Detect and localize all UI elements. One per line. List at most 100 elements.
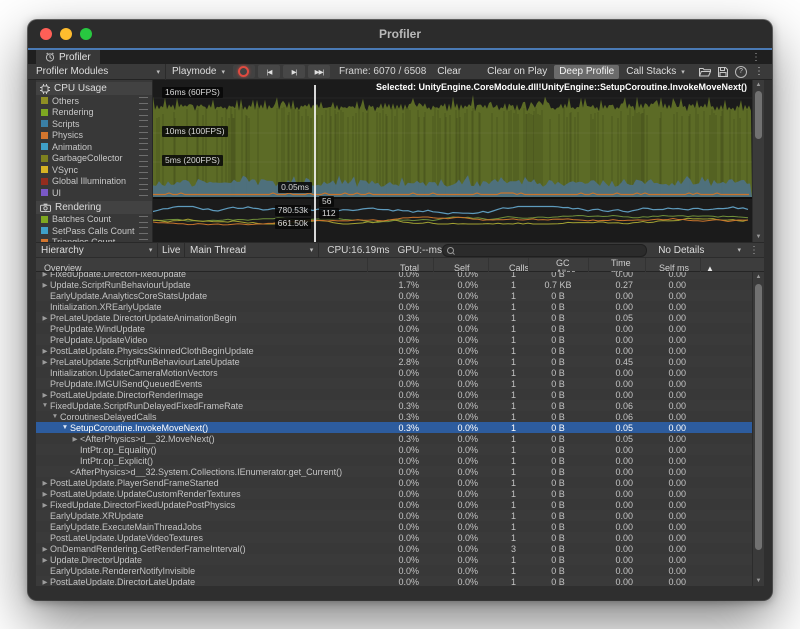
- table-row[interactable]: ▶Update.DirectorUpdate0.0%0.0%10 B0.000.…: [36, 554, 764, 565]
- expand-arrow-icon[interactable]: ▶: [40, 479, 50, 487]
- module-header-cpu-usage[interactable]: CPU Usage: [36, 82, 152, 95]
- legend-item-vsync[interactable]: VSync: [36, 164, 152, 176]
- drag-handle-icon[interactable]: [139, 120, 148, 127]
- legend-item-physics[interactable]: Physics: [36, 130, 152, 142]
- table-row[interactable]: ▼SetupCoroutine.InvokeMoveNext()0.3%0.0%…: [36, 422, 764, 433]
- table-row[interactable]: ▼CoroutinesDelayedCalls0.3%0.0%10 B0.060…: [36, 411, 764, 422]
- legend-item-rendering[interactable]: Rendering: [36, 107, 152, 119]
- drag-handle-icon[interactable]: [139, 227, 148, 234]
- table-row[interactable]: IntPtr.op_Equality()0.0%0.0%10 B0.000.00: [36, 444, 764, 455]
- profiler-modules-dropdown[interactable]: Profiler Modules ▾: [36, 64, 166, 80]
- legend-item-animation[interactable]: Animation: [36, 141, 152, 153]
- drag-handle-icon[interactable]: [139, 97, 148, 104]
- search-field[interactable]: [442, 244, 647, 257]
- record-button[interactable]: [233, 65, 255, 78]
- next-frame-button[interactable]: ▶|: [283, 65, 305, 78]
- table-row[interactable]: EarlyUpdate.RendererNotifyInvisible0.0%0…: [36, 565, 764, 576]
- table-row[interactable]: PreUpdate.UpdateVideo0.0%0.0%10 B0.000.0…: [36, 334, 764, 345]
- maximize-button[interactable]: [80, 28, 92, 40]
- thread-dropdown[interactable]: Main Thread ▾: [185, 242, 319, 258]
- window-titlebar[interactable]: Profiler: [28, 20, 772, 48]
- help-icon[interactable]: ?: [735, 66, 747, 78]
- table-row[interactable]: ▶OnDemandRendering.GetRenderFrameInterva…: [36, 543, 764, 554]
- clear-button[interactable]: Clear: [437, 66, 461, 77]
- table-row[interactable]: ▶<AfterPhysics>d__32.MoveNext()0.3%0.0%1…: [36, 433, 764, 444]
- table-row[interactable]: ▶PostLateUpdate.PlayerSendFrameStarted0.…: [36, 477, 764, 488]
- expand-arrow-icon[interactable]: ▶: [40, 347, 50, 355]
- drag-handle-icon[interactable]: [139, 166, 148, 173]
- details-menu-icon[interactable]: ⋮: [749, 245, 759, 256]
- drag-handle-icon[interactable]: [139, 109, 148, 116]
- table-row[interactable]: ▶PreLateUpdate.ScriptRunBehaviourLateUpd…: [36, 356, 764, 367]
- table-row[interactable]: PreUpdate.WindUpdate0.0%0.0%10 B0.000.00: [36, 323, 764, 334]
- table-row[interactable]: ▶FixedUpdate.DirectorFixedUpdatePostPhys…: [36, 499, 764, 510]
- scroll-up-icon[interactable]: ▲: [753, 273, 764, 281]
- save-profile-icon[interactable]: [718, 67, 728, 77]
- scroll-up-icon[interactable]: ▲: [753, 81, 764, 89]
- expand-arrow-icon[interactable]: ▶: [40, 272, 50, 278]
- cpu-usage-chart[interactable]: [153, 93, 752, 197]
- legend-item-batches-count[interactable]: Batches Count: [36, 214, 152, 226]
- expand-arrow-icon[interactable]: ▶: [40, 545, 50, 553]
- table-row[interactable]: ▶PostLateUpdate.PhysicsSkinnedClothBegin…: [36, 345, 764, 356]
- expand-arrow-icon[interactable]: ▶: [40, 314, 50, 322]
- search-input[interactable]: [457, 245, 642, 255]
- collapse-arrow-icon[interactable]: ▼: [50, 413, 60, 420]
- legend-item-global-illumination[interactable]: Global Illumination: [36, 176, 152, 188]
- view-mode-dropdown[interactable]: Hierarchy ▾: [36, 242, 158, 258]
- table-row[interactable]: EarlyUpdate.ExecuteMainThreadJobs0.0%0.0…: [36, 521, 764, 532]
- scrollbar-thumb[interactable]: [755, 284, 762, 550]
- collapse-arrow-icon[interactable]: ▼: [60, 424, 70, 431]
- pane-menu-icon[interactable]: ⋮: [751, 52, 761, 63]
- previous-frame-button[interactable]: |◀: [258, 65, 280, 78]
- close-button[interactable]: [40, 28, 52, 40]
- table-row[interactable]: PostLateUpdate.UpdateVideoTextures0.0%0.…: [36, 532, 764, 543]
- drag-handle-icon[interactable]: [139, 178, 148, 185]
- clear-on-play-button[interactable]: Clear on Play: [487, 66, 547, 77]
- scroll-down-icon[interactable]: ▼: [753, 577, 764, 585]
- table-row[interactable]: ▶PreLateUpdate.DirectorUpdateAnimationBe…: [36, 312, 764, 323]
- rendering-stats-chart[interactable]: [153, 199, 752, 242]
- table-scrollbar[interactable]: ▲ ▼: [752, 272, 764, 586]
- scroll-down-icon[interactable]: ▼: [753, 233, 764, 241]
- call-stacks-dropdown[interactable]: Call Stacks ▾: [626, 64, 685, 80]
- legend-item-others[interactable]: Others: [36, 95, 152, 107]
- table-row[interactable]: ▶PostLateUpdate.UpdateCustomRenderTextur…: [36, 488, 764, 499]
- expand-arrow-icon[interactable]: ▶: [40, 391, 50, 399]
- legend-item-scripts[interactable]: Scripts: [36, 118, 152, 130]
- legend-item-garbagecollector[interactable]: GarbageCollector: [36, 153, 152, 165]
- legend-item-ui[interactable]: UI: [36, 187, 152, 199]
- drag-handle-icon[interactable]: [139, 132, 148, 139]
- tab-profiler[interactable]: Profiler: [36, 50, 100, 64]
- expand-arrow-icon[interactable]: ▶: [40, 578, 50, 586]
- table-row[interactable]: ▶PostLateUpdate.DirectorLateUpdate0.0%0.…: [36, 576, 764, 586]
- minimize-button[interactable]: [60, 28, 72, 40]
- table-row[interactable]: <AfterPhysics>d__32.System.Collections.I…: [36, 466, 764, 477]
- frame-playhead[interactable]: [314, 85, 316, 242]
- chart-scrollbar[interactable]: ▲ ▼: [752, 80, 764, 242]
- table-row[interactable]: Initialization.UpdateCameraMotionVectors…: [36, 367, 764, 378]
- chart-area[interactable]: Selected: UnityEngine.CoreModule.dll!Uni…: [153, 80, 752, 242]
- table-row[interactable]: ▶FixedUpdate.DirectorFixedUpdate0.0%0.0%…: [36, 272, 764, 279]
- legend-item-setpass-calls-count[interactable]: SetPass Calls Count: [36, 225, 152, 237]
- toolbar-menu-icon[interactable]: ⋮: [754, 66, 764, 77]
- table-row[interactable]: EarlyUpdate.XRUpdate0.0%0.0%10 B0.000.00: [36, 510, 764, 521]
- deep-profile-toggle[interactable]: Deep Profile: [554, 65, 619, 79]
- expand-arrow-icon[interactable]: ▶: [40, 358, 50, 366]
- table-row[interactable]: ▶PostLateUpdate.DirectorRenderImage0.0%0…: [36, 389, 764, 400]
- current-frame-button[interactable]: ▶▶|: [308, 65, 330, 78]
- drag-handle-icon[interactable]: [139, 189, 148, 196]
- drag-handle-icon[interactable]: [139, 143, 148, 150]
- module-header-rendering[interactable]: Rendering: [36, 201, 152, 214]
- drag-handle-icon[interactable]: [139, 155, 148, 162]
- table-row[interactable]: ▼FixedUpdate.ScriptRunDelayedFixedFrameR…: [36, 400, 764, 411]
- load-profile-icon[interactable]: [699, 67, 711, 77]
- table-row[interactable]: IntPtr.op_Explicit()0.0%0.0%10 B0.000.00: [36, 455, 764, 466]
- playmode-dropdown[interactable]: Playmode ▾: [172, 64, 225, 80]
- expand-arrow-icon[interactable]: ▶: [40, 281, 50, 289]
- expand-arrow-icon[interactable]: ▶: [40, 490, 50, 498]
- table-row[interactable]: ▶Update.ScriptRunBehaviourUpdate1.7%0.0%…: [36, 279, 764, 290]
- live-toggle[interactable]: Live: [158, 243, 185, 257]
- collapse-arrow-icon[interactable]: ▼: [40, 402, 50, 409]
- expand-arrow-icon[interactable]: ▶: [40, 501, 50, 509]
